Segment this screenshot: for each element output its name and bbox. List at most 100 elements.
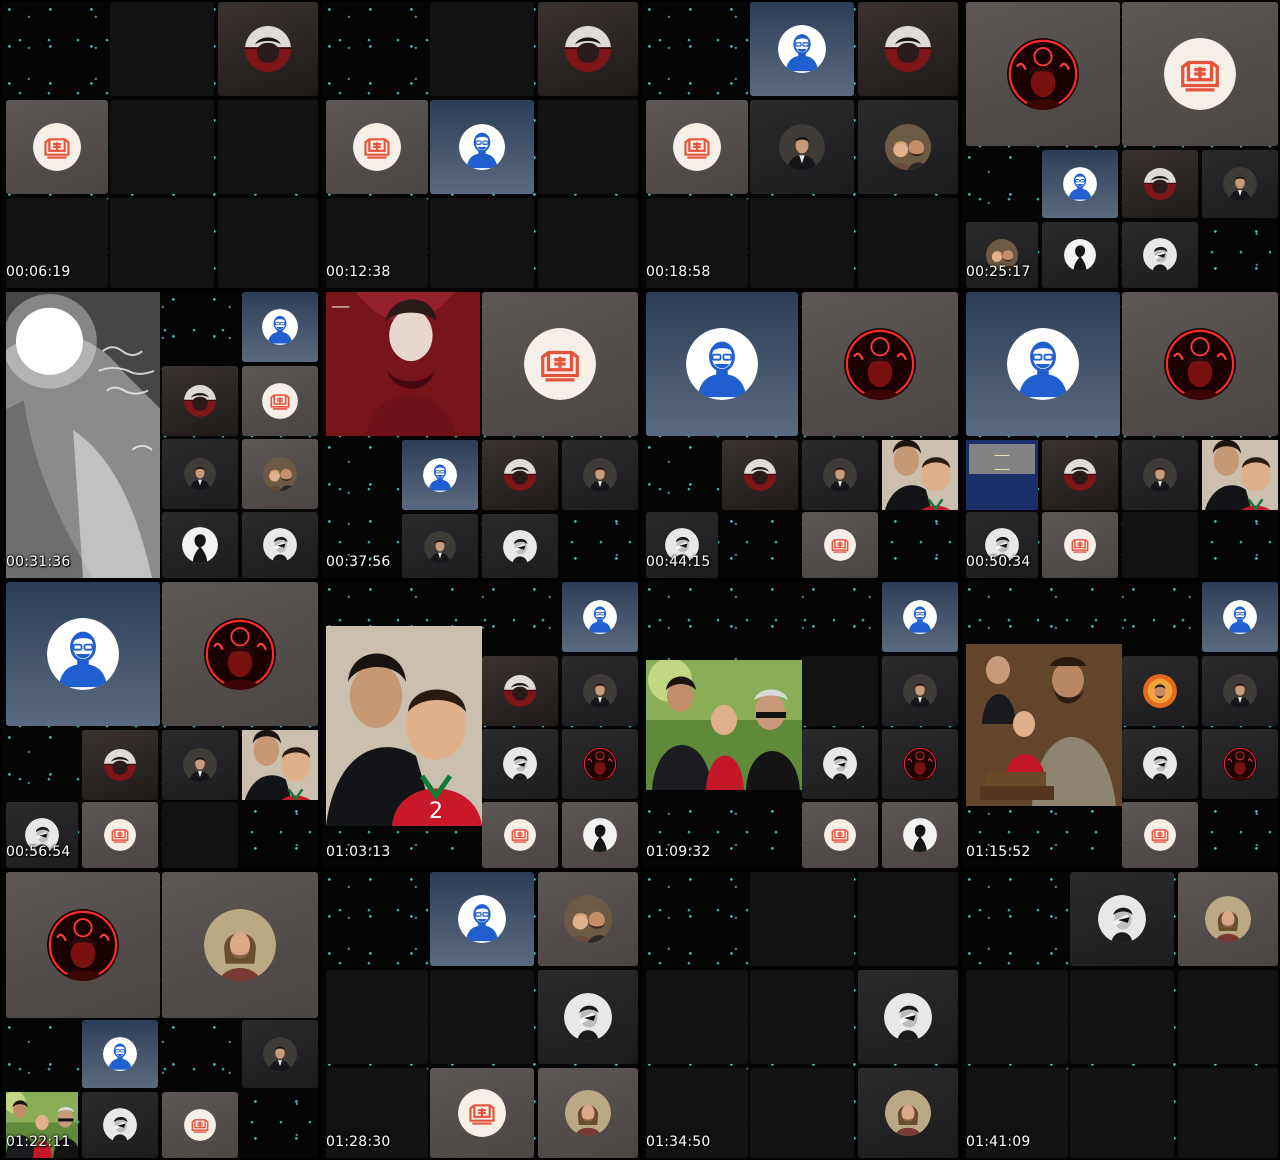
participant-tile[interactable]	[858, 1068, 958, 1158]
participant-tile[interactable]	[882, 656, 958, 726]
participant-tile[interactable]	[402, 514, 478, 578]
participant-tile[interactable]	[242, 292, 318, 362]
participant-tile[interactable]	[1122, 150, 1198, 218]
participant-tile[interactable]	[162, 582, 318, 726]
participant-tile[interactable]	[162, 872, 318, 1018]
video-feed-photo[interactable]: ـــــ	[326, 292, 480, 436]
dark-red-portrait-avatar	[504, 459, 536, 491]
participant-tile[interactable]	[858, 2, 958, 96]
participant-tile[interactable]	[242, 1020, 318, 1088]
participant-tile[interactable]	[242, 366, 318, 436]
man-in-suit-avatar	[903, 674, 937, 708]
video-feed-photo[interactable]: ـــــ ـــــ	[966, 440, 1038, 510]
participant-tile[interactable]	[1042, 222, 1118, 288]
participant-tile[interactable]	[538, 2, 638, 96]
participant-tile[interactable]	[1122, 2, 1278, 146]
participant-tile[interactable]	[802, 729, 878, 799]
participant-tile[interactable]	[538, 1068, 638, 1158]
participant-tile[interactable]	[750, 100, 854, 194]
participant-tile[interactable]	[802, 512, 878, 578]
participant-tile[interactable]	[562, 729, 638, 799]
participant-tile[interactable]	[482, 292, 638, 436]
frame-3: 00:18:58	[642, 2, 958, 288]
participant-tile[interactable]	[6, 100, 108, 194]
participant-tile[interactable]	[482, 656, 558, 726]
video-feed-photo[interactable]: 2	[882, 440, 958, 510]
participant-tile[interactable]	[538, 872, 638, 966]
participant-tile[interactable]	[482, 802, 558, 868]
video-feed-photo[interactable]	[966, 644, 1122, 806]
participant-tile[interactable]	[82, 730, 158, 800]
participant-tile[interactable]	[1202, 582, 1278, 652]
video-feed-photo[interactable]: 2	[326, 626, 482, 826]
participant-tile[interactable]	[402, 440, 478, 510]
participant-tile[interactable]	[82, 1020, 158, 1088]
video-feed-photo[interactable]	[6, 292, 160, 578]
participant-tile[interactable]	[882, 802, 958, 868]
participant-tile[interactable]	[966, 2, 1120, 146]
participant-tile[interactable]	[562, 802, 638, 868]
participant-tile[interactable]	[1178, 872, 1278, 966]
participant-tile[interactable]	[326, 100, 428, 194]
participant-tile[interactable]	[562, 656, 638, 726]
participant-tile[interactable]	[1122, 729, 1198, 799]
participant-tile[interactable]	[538, 970, 638, 1064]
participant-tile[interactable]	[162, 730, 238, 800]
participant-tile[interactable]	[858, 100, 958, 194]
participant-tile[interactable]	[430, 872, 534, 966]
participant-tile[interactable]	[430, 1068, 534, 1158]
participant-tile[interactable]	[750, 2, 854, 96]
participant-tile[interactable]	[802, 802, 878, 868]
participant-tile[interactable]	[1070, 872, 1174, 966]
participant-tile[interactable]	[802, 440, 878, 510]
participant-tile[interactable]	[1202, 729, 1278, 799]
participant-tile[interactable]	[482, 440, 558, 510]
participant-tile[interactable]	[1042, 512, 1118, 578]
participant-tile[interactable]	[1122, 292, 1278, 436]
man-in-suit-avatar	[263, 1037, 297, 1071]
bw-hand-over-face-avatar	[884, 993, 932, 1041]
video-feed-photo[interactable]	[646, 660, 802, 790]
participant-tile[interactable]	[1122, 440, 1198, 510]
participant-tile[interactable]	[6, 872, 160, 1018]
participant-tile[interactable]	[722, 440, 798, 510]
participant-tile[interactable]	[562, 582, 638, 652]
participant-tile[interactable]	[1122, 656, 1198, 726]
participant-tile[interactable]	[966, 292, 1120, 436]
participant-tile[interactable]	[242, 512, 318, 578]
participant-tile[interactable]	[482, 729, 558, 799]
participant-tile[interactable]	[1042, 440, 1118, 510]
participant-tile[interactable]	[646, 292, 798, 436]
video-feed-photo[interactable]: 2	[1202, 440, 1278, 510]
participant-tile[interactable]	[882, 729, 958, 799]
participant-tile[interactable]	[218, 2, 318, 96]
participant-tile[interactable]	[162, 1092, 238, 1158]
participant-tile[interactable]	[1202, 150, 1278, 218]
frame-8: ـــــ ـــــ 2 00:50:34	[962, 292, 1278, 578]
blue-illustrated-man-avatar	[458, 895, 506, 943]
participant-tile[interactable]	[562, 440, 638, 510]
video-feed-photo[interactable]: 2	[242, 730, 318, 800]
participant-tile[interactable]	[482, 514, 558, 578]
empty-participant-tile	[110, 198, 214, 288]
bw-hand-over-face-avatar	[503, 747, 537, 781]
participant-tile[interactable]	[242, 439, 318, 509]
participant-tile[interactable]	[646, 100, 748, 194]
participant-tile[interactable]	[1122, 222, 1198, 288]
participant-tile[interactable]	[162, 366, 238, 436]
participant-tile[interactable]	[802, 292, 958, 436]
participant-tile[interactable]	[1202, 656, 1278, 726]
bw-hand-over-face-avatar	[823, 747, 857, 781]
participant-tile[interactable]	[162, 512, 238, 578]
participant-tile[interactable]	[82, 802, 158, 868]
frame-14: 01:28:30	[322, 872, 638, 1158]
participant-tile[interactable]	[82, 1092, 158, 1158]
participant-tile[interactable]	[858, 970, 958, 1064]
participant-tile[interactable]	[1042, 150, 1118, 218]
participant-tile[interactable]	[6, 582, 160, 726]
participant-tile[interactable]	[430, 100, 534, 194]
participant-tile[interactable]	[1122, 802, 1198, 868]
participant-tile[interactable]	[162, 439, 238, 509]
red-neon-calligraphy-avatar	[47, 909, 119, 981]
participant-tile[interactable]	[882, 582, 958, 652]
